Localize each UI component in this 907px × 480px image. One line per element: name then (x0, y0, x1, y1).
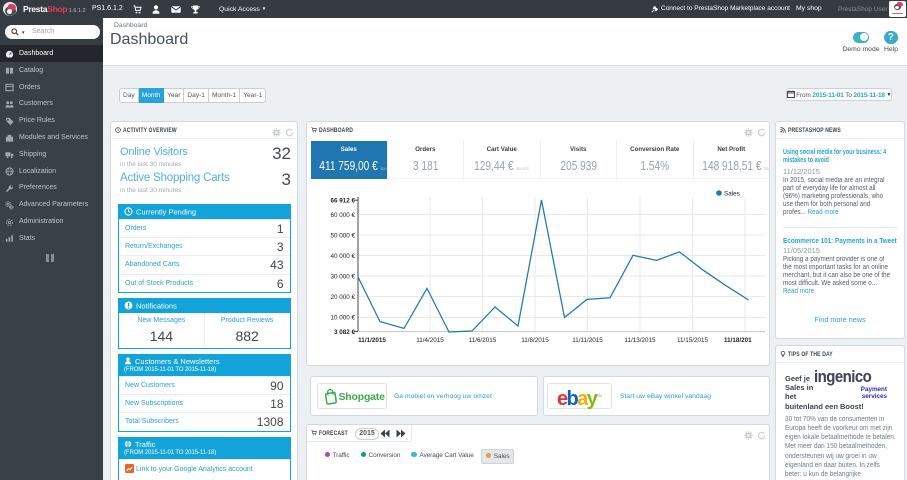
svg-text:50 000 €: 50 000 € (330, 232, 355, 239)
svg-text:30 000 €: 30 000 € (330, 274, 355, 281)
svg-text:20 000 €: 20 000 € (330, 294, 355, 301)
svg-text:11/13/2015: 11/13/2015 (624, 337, 656, 344)
svg-text:3 082 €: 3 082 € (334, 329, 356, 336)
svg-text:40 000 €: 40 000 € (330, 253, 355, 260)
svg-text:66 912 €: 66 912 € (330, 198, 355, 205)
svg-text:11/11/2015: 11/11/2015 (572, 337, 603, 344)
svg-text:11/1/2015: 11/1/2015 (358, 337, 386, 344)
svg-text:11/18/201: 11/18/201 (724, 337, 752, 344)
svg-text:10 000 €: 10 000 € (330, 315, 355, 322)
svg-text:60 000 €: 60 000 € (330, 212, 355, 219)
svg-text:Sales: Sales (724, 191, 740, 198)
svg-text:11/6/2015: 11/6/2015 (469, 337, 497, 344)
svg-text:11/8/2015: 11/8/2015 (521, 337, 549, 344)
svg-text:11/4/2015: 11/4/2015 (416, 337, 444, 344)
svg-text:11/15/2015: 11/15/2015 (677, 337, 709, 344)
